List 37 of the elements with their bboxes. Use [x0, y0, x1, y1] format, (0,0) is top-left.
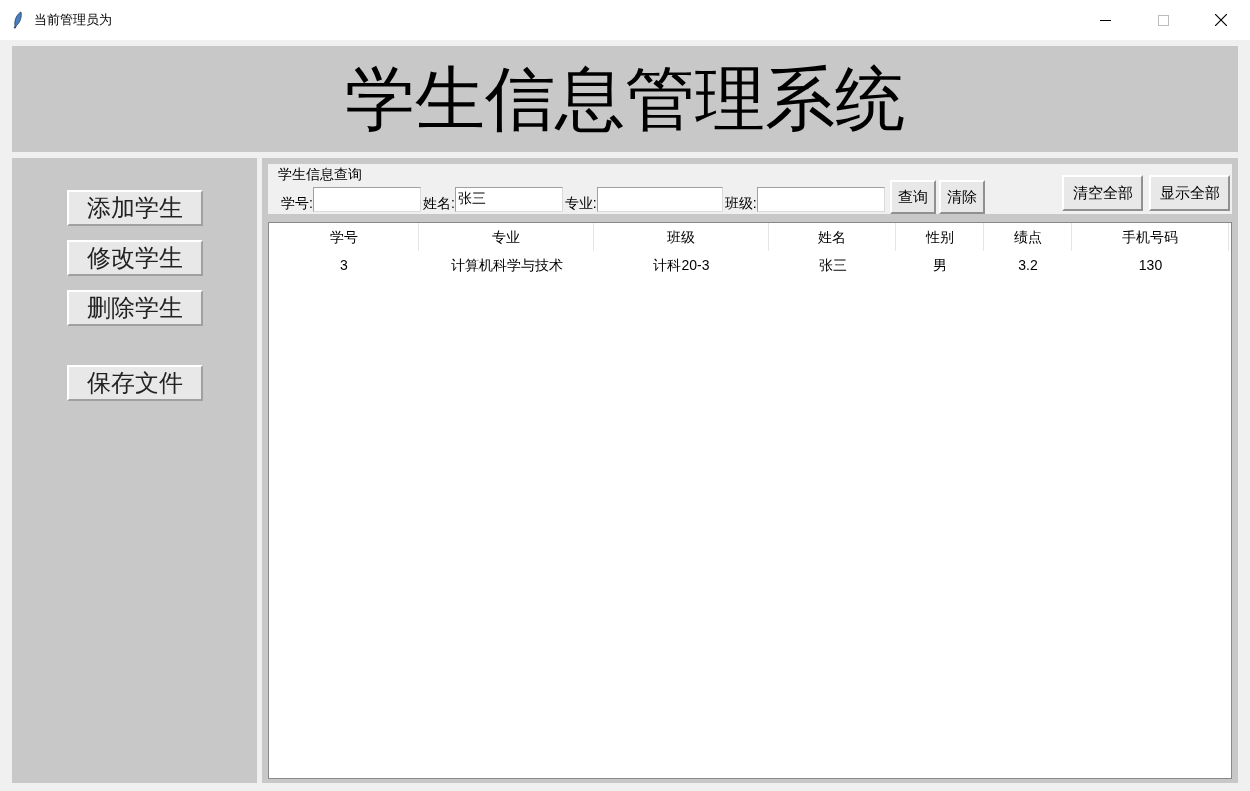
column-header[interactable]: 手机号码: [1072, 223, 1229, 251]
table-cell-text: 130: [1137, 255, 1164, 275]
table-cell-text: 计科20-3: [652, 255, 711, 275]
query-group-title: 学生信息查询: [278, 165, 363, 184]
input-field[interactable]: [756, 186, 885, 212]
field-label: 姓名:: [422, 193, 455, 213]
maximize-icon: [1157, 14, 1169, 26]
table-cell-text: 计算机科学与技术: [449, 255, 564, 275]
input-field[interactable]: [312, 186, 421, 212]
query-button[interactable]: 查询: [889, 180, 936, 214]
window-title: 当前管理员为: [34, 11, 112, 30]
app-title: 学生信息管理系统: [345, 64, 905, 134]
minimize-icon: [1099, 19, 1111, 21]
sidebar-button[interactable]: 修改学生: [66, 240, 203, 276]
field-label: 学号:: [281, 193, 313, 213]
sidebar-button[interactable]: 删除学生: [66, 290, 203, 326]
column-header[interactable]: 专业: [419, 223, 594, 251]
query-button[interactable]: 清除: [938, 180, 985, 214]
field-label: 班级:: [724, 193, 757, 213]
table-cell-text: 张三: [817, 255, 848, 275]
table-cell-text: 3.2: [1017, 255, 1039, 275]
close-icon: [1215, 14, 1227, 26]
query-button[interactable]: 显示全部: [1149, 175, 1230, 211]
table-cell-text: 3: [339, 255, 349, 275]
column-header[interactable]: 性别: [896, 223, 984, 251]
sidebar-button[interactable]: 添加学生: [66, 190, 203, 226]
input-field[interactable]: 张三: [454, 186, 563, 212]
sidebar-button[interactable]: 保存文件: [66, 365, 203, 401]
column-header[interactable]: 姓名: [769, 223, 896, 251]
column-header[interactable]: 班级: [594, 223, 769, 251]
field-label: 专业:: [564, 193, 597, 213]
query-button[interactable]: 清空全部: [1062, 175, 1143, 211]
column-header[interactable]: 绩点: [984, 223, 1072, 251]
table-cell-text: 男: [932, 255, 948, 275]
feather-icon: [13, 11, 23, 29]
column-header[interactable]: 学号: [269, 223, 419, 251]
input-field[interactable]: [596, 186, 723, 212]
